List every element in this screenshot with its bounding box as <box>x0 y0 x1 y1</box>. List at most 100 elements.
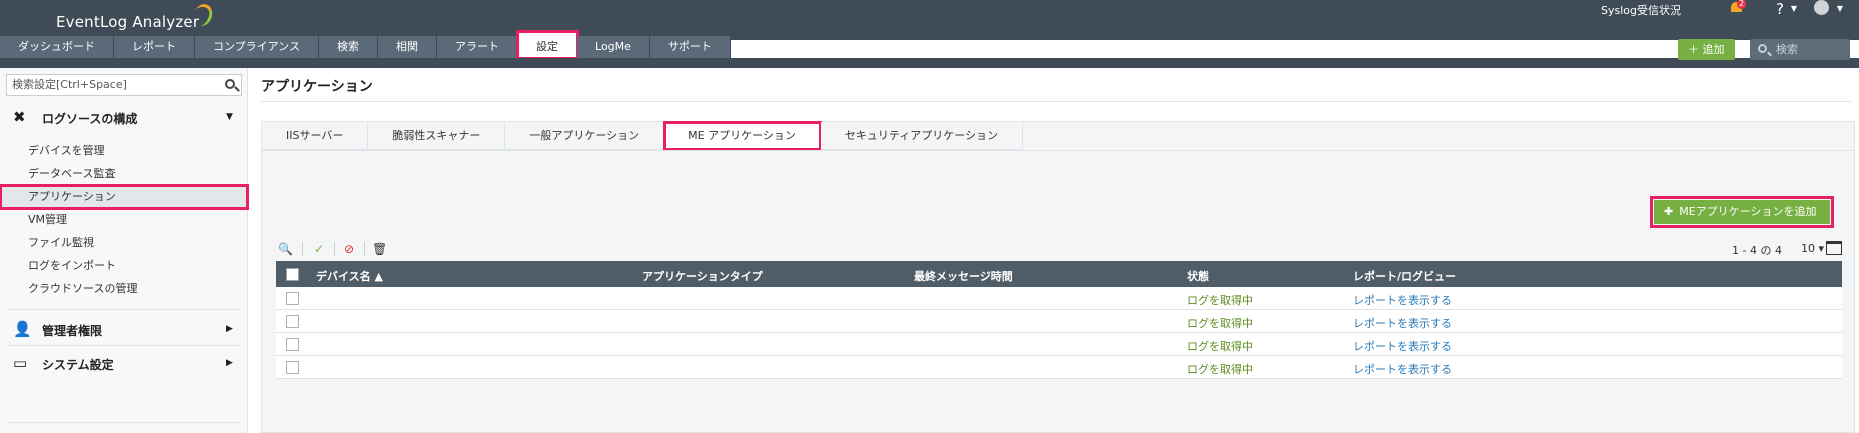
cell-status: ログを取得中 <box>1187 317 1253 330</box>
search-icon <box>1758 44 1767 53</box>
notification-bell-icon[interactable]: 2 <box>1730 0 1747 14</box>
settings-search-placeholder: 検索設定[Ctrl+Space] <box>12 78 127 91</box>
section-label: 管理者権限 <box>42 324 103 338</box>
view-report-link[interactable]: レポートを表示する <box>1353 338 1452 354</box>
subtab-me-application[interactable]: ME アプリケーション <box>663 121 822 151</box>
section-log-source-config[interactable]: ✖ ログソースの構成 ▼ <box>0 102 248 132</box>
sidebar: 検索設定[Ctrl+Space] ✖ ログソースの構成 ▼ デバイスを管理 デー… <box>0 68 249 433</box>
user-caret-icon[interactable]: ▼ <box>1837 4 1843 13</box>
applications-panel: IISサーバー 脆弱性スキャナー 一般アプリケーション ME アプリケーション … <box>261 121 1855 433</box>
toolbar-divider <box>334 242 335 256</box>
tab-settings[interactable]: 設定 <box>516 30 580 60</box>
plus-icon: ✚ <box>1664 205 1674 218</box>
main-nav: ダッシュボード レポート コンプライアンス 検索 相関 アラート 設定 LogM… <box>0 30 731 60</box>
chevron-right-icon: ▶ <box>226 324 233 334</box>
help-caret-icon[interactable]: ▼ <box>1791 4 1797 13</box>
view-report-link[interactable]: レポートを表示する <box>1353 315 1452 331</box>
per-page-select[interactable]: 10 ▾ <box>1801 242 1824 255</box>
table-row: ログを取得中 レポートを表示する <box>276 333 1842 356</box>
help-icon[interactable]: ? <box>1776 0 1784 18</box>
global-search-input[interactable]: 検索 <box>1750 39 1850 60</box>
select-all-checkbox[interactable] <box>286 268 299 281</box>
user-gear-icon: 👤 <box>13 320 32 338</box>
view-report-link[interactable]: レポートを表示する <box>1353 361 1452 377</box>
table-header: デバイス名 ▲ アプリケーションタイプ 最終メッセージ時間 状態 レポート/ログ… <box>276 261 1842 287</box>
table-row: ログを取得中 レポートを表示する <box>276 310 1842 333</box>
add-me-application-button[interactable]: ✚ MEアプリケーションを追加 <box>1649 196 1835 228</box>
subtab-general-application[interactable]: 一般アプリケーション <box>505 122 665 150</box>
disable-icon[interactable]: ⊘ <box>342 242 356 256</box>
enable-check-icon[interactable]: ✓ <box>312 242 326 256</box>
row-checkbox[interactable] <box>286 338 299 351</box>
sidebar-divider <box>8 345 240 346</box>
search-filter-icon[interactable]: 🔍 <box>278 242 293 256</box>
tab-correlation[interactable]: 相関 <box>378 36 438 58</box>
settings-search-input[interactable]: 検索設定[Ctrl+Space] <box>6 74 242 96</box>
grid-toolbar: 🔍 ✓ ⊘ 🗑 1 - 4 の 4 10 ▾ <box>276 239 1842 259</box>
title-divider <box>261 101 1851 102</box>
tab-search[interactable]: 検索 <box>319 36 379 58</box>
page-title: アプリケーション <box>261 79 373 95</box>
me-applications-table: デバイス名 ▲ アプリケーションタイプ 最終メッセージ時間 状態 レポート/ログ… <box>276 261 1842 379</box>
section-label: ログソースの構成 <box>42 112 138 126</box>
cell-status: ログを取得中 <box>1187 294 1253 307</box>
search-icon[interactable] <box>225 79 235 89</box>
monitor-gear-icon: ▭ <box>13 354 28 372</box>
column-header-report-logview[interactable]: レポート/ログビュー <box>1353 268 1456 284</box>
column-header-status[interactable]: 状態 <box>1187 268 1209 284</box>
column-header-application-type[interactable]: アプリケーションタイプ <box>642 268 763 284</box>
section-system-settings[interactable]: ▭ システム設定 ▶ <box>0 348 248 378</box>
sidebar-divider <box>8 309 240 310</box>
toolbar-divider <box>302 242 303 256</box>
per-page-value: 10 <box>1800 242 1815 255</box>
row-checkbox[interactable] <box>286 315 299 328</box>
toolbar-divider <box>364 242 365 256</box>
application-subtabs: IISサーバー 脆弱性スキャナー 一般アプリケーション ME アプリケーション … <box>262 121 1023 151</box>
add-button[interactable]: ＋ 追加 <box>1678 39 1735 60</box>
sidebar-item-manage-devices[interactable]: デバイスを管理 <box>0 139 248 163</box>
tab-alerts[interactable]: アラート <box>437 36 519 58</box>
sidebar-item-cloud-sources[interactable]: クラウドソースの管理 <box>0 277 248 301</box>
subtab-vulnerability-scanner[interactable]: 脆弱性スキャナー <box>368 122 506 150</box>
nav-band <box>0 58 1859 68</box>
table-row: ログを取得中 レポートを表示する <box>276 287 1842 310</box>
sidebar-item-database-audit[interactable]: データベース監査 <box>0 162 248 186</box>
tab-logme[interactable]: LogMe <box>577 36 650 58</box>
add-button-label: 追加 <box>1702 43 1725 56</box>
tab-support[interactable]: サポート <box>649 36 731 58</box>
subtab-iis-server[interactable]: IISサーバー <box>262 122 369 150</box>
tab-compliance[interactable]: コンプライアンス <box>195 36 320 58</box>
row-checkbox[interactable] <box>286 292 299 305</box>
sidebar-divider <box>8 422 240 423</box>
row-checkbox[interactable] <box>286 361 299 374</box>
section-admin-rights[interactable]: 👤 管理者権限 ▶ <box>0 314 248 344</box>
sidebar-item-file-monitoring[interactable]: ファイル監視 <box>0 231 248 255</box>
global-search-placeholder: 検索 <box>1776 43 1798 56</box>
user-avatar-icon[interactable] <box>1814 0 1829 15</box>
column-header-device-name[interactable]: デバイス名 ▲ <box>316 268 383 284</box>
section-label: システム設定 <box>42 358 114 372</box>
notification-count-badge: 2 <box>1737 0 1747 9</box>
column-header-last-message-time[interactable]: 最終メッセージ時間 <box>914 268 1013 284</box>
column-label: デバイス名 <box>316 270 371 283</box>
trash-icon[interactable]: 🗑 <box>372 242 387 256</box>
app-logo[interactable]: EventLog Analyzer <box>56 13 199 31</box>
top-bar: EventLog Analyzer Syslog受信状況 2 ? ▼ ▼ <box>0 0 1859 40</box>
sidebar-item-import-logs[interactable]: ログをインポート <box>0 254 248 278</box>
cell-status: ログを取得中 <box>1187 340 1253 353</box>
table-row: ログを取得中 レポートを表示する <box>276 356 1842 379</box>
view-report-link[interactable]: レポートを表示する <box>1353 292 1452 308</box>
pagination-range: 1 - 4 の 4 <box>1732 244 1782 257</box>
chevron-right-icon: ▶ <box>226 358 233 368</box>
tools-icon: ✖ <box>13 108 26 126</box>
subtab-security-application[interactable]: セキュリティアプリケーション <box>820 122 1023 150</box>
column-chooser-icon[interactable] <box>1826 241 1842 255</box>
tab-reports[interactable]: レポート <box>114 36 195 58</box>
sidebar-item-applications[interactable]: アプリケーション <box>0 184 249 210</box>
sidebar-item-vm-management[interactable]: VM管理 <box>0 208 248 232</box>
syslog-status-link[interactable]: Syslog受信状況 <box>1601 2 1681 18</box>
chevron-down-icon: ▼ <box>226 112 233 122</box>
add-me-application-label: MEアプリケーションを追加 <box>1679 205 1817 218</box>
main-content: アプリケーション IISサーバー 脆弱性スキャナー 一般アプリケーション ME … <box>249 68 1859 433</box>
tab-dashboard[interactable]: ダッシュボード <box>0 36 114 58</box>
